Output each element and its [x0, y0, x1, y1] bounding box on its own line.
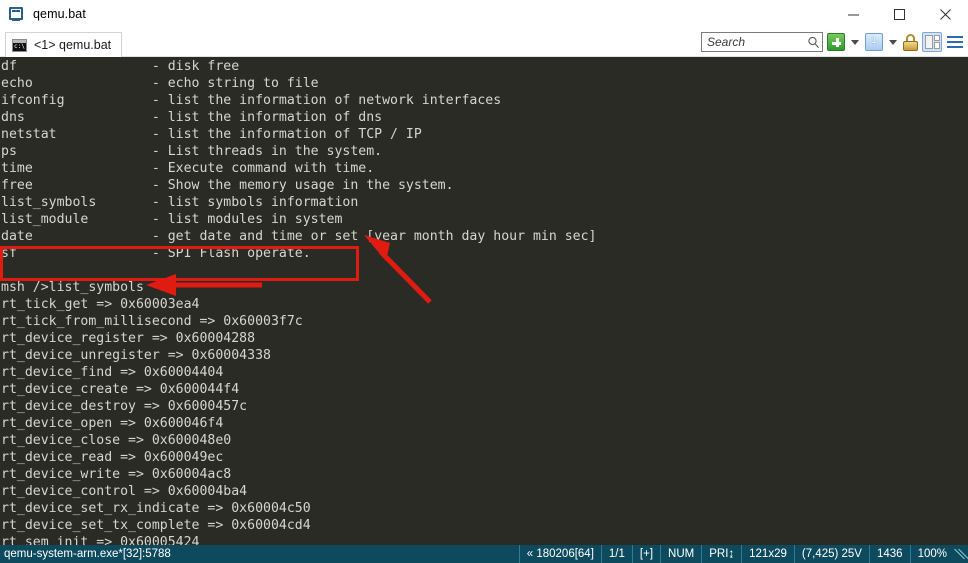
terminal-line: ps - List threads in the system.: [1, 144, 383, 159]
chevron-down-icon: [851, 39, 859, 45]
search-box[interactable]: [701, 32, 823, 52]
status-cell: 1/1: [600, 545, 632, 563]
terminal-line: free - Show the memory usage in the syst…: [1, 178, 454, 193]
lock-button[interactable]: [903, 31, 918, 53]
status-cell: 121x29: [741, 545, 794, 563]
terminal-line: df - disk free: [1, 59, 240, 74]
tab-qemu-bat[interactable]: <1> qemu.bat: [5, 32, 123, 57]
terminal-line: list_symbols - list symbols information: [1, 195, 359, 210]
toolbar: [701, 31, 964, 53]
plus-icon: [827, 33, 845, 51]
chevron-down-icon: [889, 39, 897, 45]
terminal-line: rt_device_read => 0x600049ec: [1, 450, 224, 465]
terminal-line: rt_device_control => 0x60004ba4: [1, 484, 248, 499]
search-input[interactable]: [707, 35, 807, 49]
status-bar: qemu-system-arm.exe*[32]:5788 « 180206[6…: [0, 545, 968, 563]
minimize-button[interactable]: [830, 0, 876, 28]
status-cell: 1436: [868, 545, 910, 563]
terminal-line: ifconfig - list the information of netwo…: [1, 93, 502, 108]
close-button[interactable]: [922, 0, 968, 28]
new-tab-dropdown[interactable]: [849, 31, 861, 53]
status-cell: [+]: [631, 545, 660, 563]
terminal-line: rt_device_set_tx_complete => 0x60004cd4: [1, 518, 311, 533]
tab-strip: <1> qemu.bat: [0, 28, 968, 57]
terminal-output[interactable]: df - disk free echo - echo string to file…: [0, 57, 968, 545]
lock-icon: [903, 33, 918, 51]
console-icon: [12, 38, 27, 52]
terminal-line: rt_device_write => 0x60004ac8: [1, 467, 232, 482]
terminal-line: rt_device_close => 0x600048e0: [1, 433, 232, 448]
panel-toggle-button[interactable]: [922, 31, 942, 53]
terminal-line: rt_tick_from_millisecond => 0x60003f7c: [1, 314, 303, 329]
console-app-icon: [9, 6, 25, 22]
terminal-line: date - get date and time or set [year mo…: [1, 229, 597, 244]
status-process: qemu-system-arm.exe*[32]:5788: [4, 548, 171, 560]
terminal-line: list_module - list modules in system: [1, 212, 343, 227]
terminal-line: rt_device_destroy => 0x6000457c: [1, 399, 248, 414]
terminal-line: rt_device_register => 0x60004288: [1, 331, 256, 346]
window-selector-button[interactable]: [865, 31, 883, 53]
maximize-button[interactable]: [876, 0, 922, 28]
window-icon: [865, 33, 883, 51]
tab-label: <1> qemu.bat: [34, 38, 112, 52]
status-cell: « 180206[64]: [518, 545, 601, 563]
terminal-line: rt_tick_get => 0x60003ea4: [1, 297, 200, 312]
panel-layout-icon: [922, 32, 942, 52]
terminal-line: rt_device_set_rx_indicate => 0x60004c50: [1, 501, 311, 516]
terminal-text: df - disk free echo - echo string to file…: [0, 57, 968, 545]
window-title: qemu.bat: [33, 7, 86, 21]
status-cell: 100%: [909, 545, 954, 563]
terminal-line: rt_sem_init => 0x60005424: [1, 535, 200, 545]
menu-button[interactable]: [946, 31, 964, 53]
status-cell: PRI↨: [701, 545, 741, 563]
terminal-line: netstat - list the information of TCP / …: [1, 127, 422, 142]
status-cell: (7,425) 25V: [793, 545, 869, 563]
terminal-line: rt_device_find => 0x60004404: [1, 365, 224, 380]
window-controls: [830, 0, 968, 28]
status-cells: « 180206[64] 1/1 [+] NUM PRI↨ 121x29 (7,425) 2…: [518, 545, 968, 563]
hamburger-menu-icon: [946, 35, 964, 49]
terminal-line: rt_device_open => 0x600046f4: [1, 416, 224, 431]
terminal-line: echo - echo string to file: [1, 76, 319, 91]
window-selector-dropdown[interactable]: [887, 31, 899, 53]
title-bar: qemu.bat: [0, 0, 968, 28]
resize-grip[interactable]: [954, 545, 968, 563]
terminal-line: msh />list_symbols: [1, 280, 144, 295]
terminal-line: dns - list the information of dns: [1, 110, 383, 125]
terminal-line: rt_device_create => 0x600044f4: [1, 382, 240, 397]
terminal-line: rt_device_unregister => 0x60004338: [1, 348, 271, 363]
application-window: qemu.bat <1> qemu.bat: [0, 0, 968, 563]
terminal-line: time - Execute command with time.: [1, 161, 375, 176]
terminal-line: sf - SPI Flash operate.: [1, 246, 311, 261]
status-cell: NUM: [660, 545, 701, 563]
new-tab-button[interactable]: [827, 31, 845, 53]
search-icon: [808, 36, 820, 48]
